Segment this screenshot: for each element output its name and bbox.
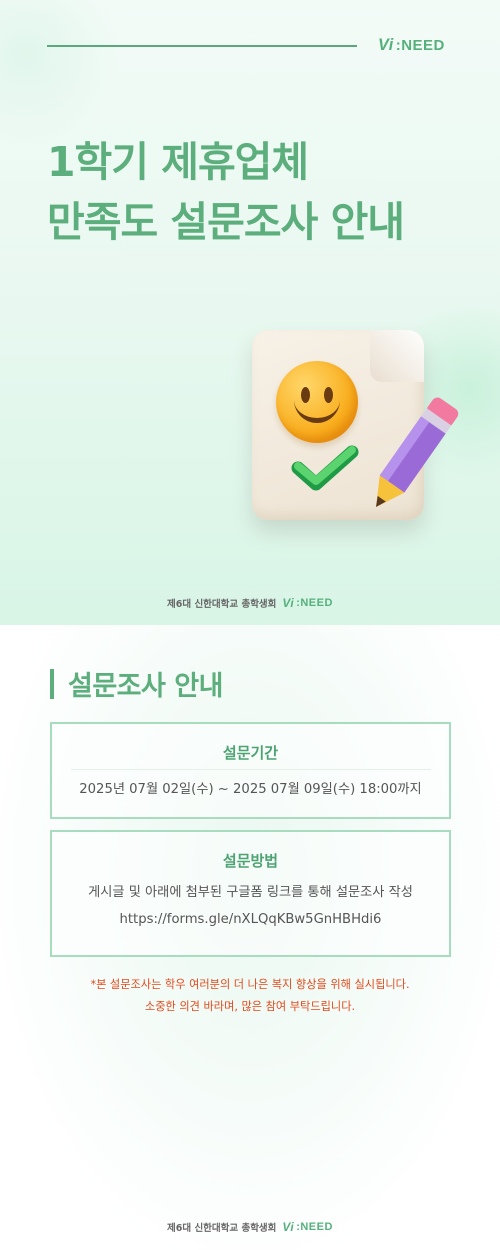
footer-credit: 제6대 신한대학교 총학생회 Vi :NEED — [0, 596, 500, 610]
check-mark-icon — [291, 445, 359, 491]
brand-text: :NEED — [296, 1221, 333, 1233]
brand-mark: Vi — [282, 596, 295, 610]
title-line-2: 만족도 설문조사 안내 — [47, 198, 405, 246]
smiley-face-icon — [276, 361, 358, 443]
footer-org: 제6대 신한대학교 총학생회 — [167, 1223, 277, 1234]
pencil-icon — [376, 397, 459, 507]
title-line-1: 1학기 제휴업체 — [47, 138, 309, 186]
brand-text: :NEED — [395, 37, 445, 54]
header-divider — [47, 45, 357, 47]
page-title: 1학기 제휴업체 만족도 설문조사 안내 — [47, 132, 405, 252]
decorative-blob — [0, 0, 120, 150]
section-title-text: 설문조사 안내 — [68, 671, 223, 702]
heading-bar — [50, 668, 54, 699]
method-heading: 설문방법 — [222, 852, 279, 870]
brand-mark: Vi — [282, 1220, 295, 1234]
brand-text: :NEED — [296, 597, 333, 609]
hero-section — [0, 0, 500, 625]
period-card: 설문기간 2025년 07월 02일(수) ~ 2025 07월 09일(수) … — [50, 722, 451, 819]
notice-line-2: 소중한 의견 바라며, 많은 참여 부탁드립니다. — [144, 1000, 356, 1013]
period-text: 2025년 07월 02일(수) ~ 2025 07월 09일(수) 18:00… — [79, 782, 422, 797]
notice-line-1: *본 설문조사는 학우 여러분의 더 나은 복지 향상을 위해 실시됩니다. — [90, 978, 410, 991]
footer-credit: 제6대 신한대학교 총학생회 Vi :NEED — [0, 1220, 500, 1234]
brand-logo: Vi :NEED — [378, 36, 445, 55]
method-text: 게시글 및 아래에 첨부된 구글폼 링크를 통해 설문조사 작성 — [88, 885, 413, 900]
footer-brand-logo: Vi :NEED — [282, 596, 333, 610]
survey-illustration — [246, 326, 466, 526]
page-fold — [370, 330, 424, 382]
footer-brand-logo: Vi :NEED — [282, 1220, 333, 1234]
footer-org: 제6대 신한대학교 총학생회 — [167, 599, 277, 610]
period-heading: 설문기간 — [70, 742, 431, 770]
section-heading: 설문조사 안내 — [50, 664, 223, 703]
brand-mark: Vi — [378, 36, 394, 54]
notice-text: *본 설문조사는 학우 여러분의 더 나은 복지 향상을 위해 실시됩니다. 소… — [0, 974, 500, 1018]
survey-link[interactable]: https://forms.gle/nXLQqKBw5GnHBHdi6 — [52, 908, 449, 931]
method-card: 설문방법 게시글 및 아래에 첨부된 구글폼 링크를 통해 설문조사 작성 ht… — [50, 830, 451, 957]
